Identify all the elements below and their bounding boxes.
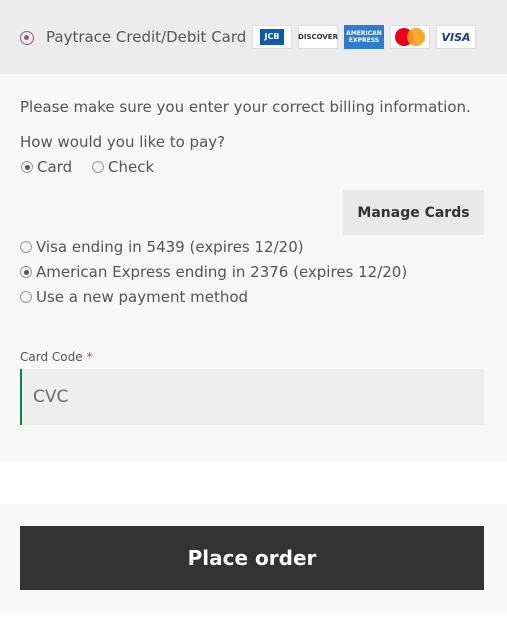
billing-notice: Please make sure you enter your correct … bbox=[20, 98, 471, 116]
place-order-button[interactable]: Place order bbox=[20, 526, 484, 590]
jcb-logo: JCB bbox=[252, 25, 292, 49]
gateway-radio[interactable] bbox=[20, 31, 34, 45]
saved-card-amex-radio[interactable] bbox=[20, 266, 32, 278]
cvc-input[interactable] bbox=[20, 369, 484, 425]
pay-check-label[interactable]: Check bbox=[108, 158, 154, 176]
discover-logo: DISCOVER bbox=[298, 25, 338, 49]
visa-logo: VISA bbox=[436, 25, 476, 49]
mastercard-circles bbox=[395, 28, 425, 46]
pay-check-radio[interactable] bbox=[92, 161, 104, 173]
saved-card-visa-label[interactable]: Visa ending in 5439 (expires 12/20) bbox=[36, 238, 304, 256]
saved-card-visa-radio[interactable] bbox=[20, 241, 32, 253]
card-logos: JCB DISCOVER AMERICAN EXPRESS VISA bbox=[252, 25, 482, 49]
required-mark: * bbox=[86, 350, 93, 364]
saved-card-amex-label[interactable]: American Express ending in 2376 (expires… bbox=[36, 263, 407, 281]
pay-card-label[interactable]: Card bbox=[37, 158, 72, 176]
payment-gateway-header[interactable]: Paytrace Credit/Debit Card JCB DISCOVER … bbox=[0, 0, 507, 74]
pay-card-radio[interactable] bbox=[21, 161, 33, 173]
gateway-label: Paytrace Credit/Debit Card bbox=[46, 28, 247, 46]
manage-cards-button[interactable]: Manage Cards bbox=[343, 190, 484, 235]
new-payment-radio[interactable] bbox=[20, 291, 32, 303]
jcb-logo-text: JCB bbox=[260, 29, 284, 45]
amex-logo: AMERICAN EXPRESS bbox=[344, 25, 384, 49]
card-code-label-text: Card Code bbox=[20, 350, 83, 364]
new-payment-label[interactable]: Use a new payment method bbox=[36, 288, 248, 306]
mastercard-logo bbox=[390, 25, 430, 49]
pay-method-question: How would you like to pay? bbox=[20, 133, 226, 151]
card-code-label: Card Code * bbox=[20, 350, 92, 364]
